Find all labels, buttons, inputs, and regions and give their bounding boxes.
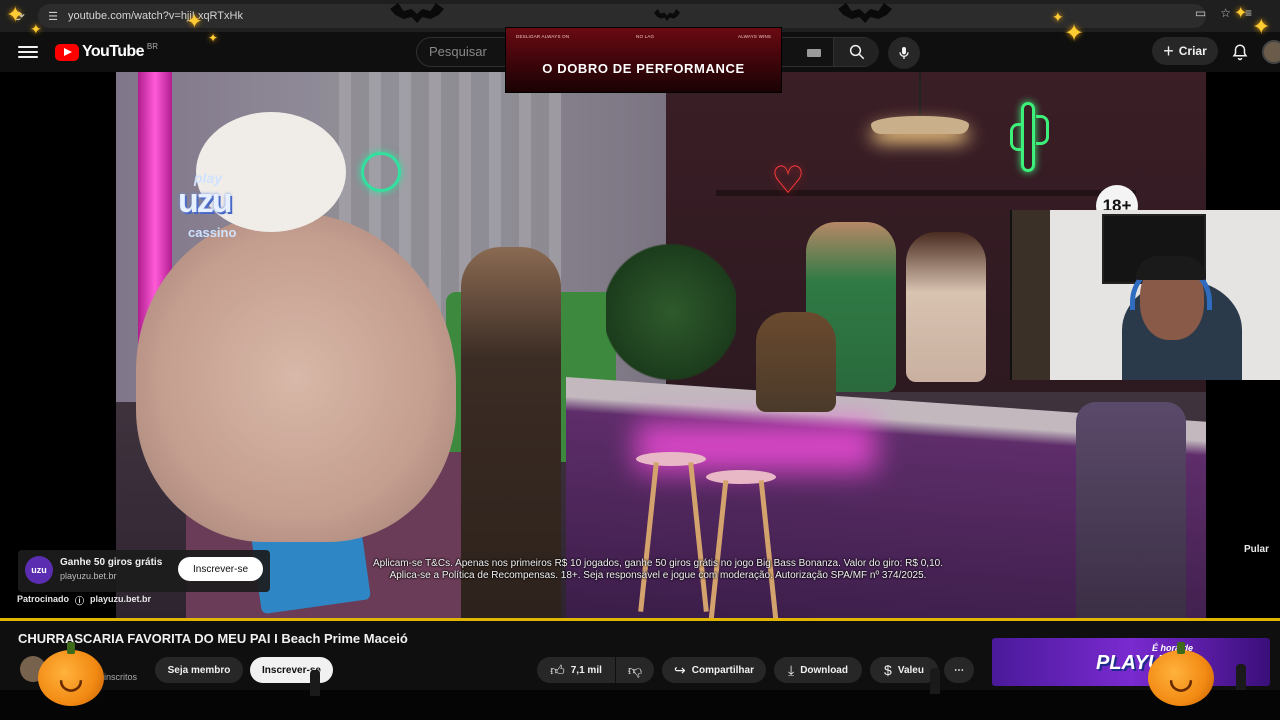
sparkle-icon: ✦ bbox=[6, 2, 25, 27]
video-player[interactable]: ♡ play uzu cassino 18+ Aplicam-se T&Cs. … bbox=[0, 72, 1280, 620]
sparkle-icon: ✦ bbox=[1064, 20, 1085, 47]
pumpkin-icon: ◡ bbox=[1148, 642, 1214, 706]
streamer-webcam bbox=[1010, 210, 1280, 380]
subscribe-button[interactable]: Inscrever-se bbox=[250, 657, 333, 683]
ad-card[interactable]: uzu Ganhe 50 giros grátis playuzu.bet.br… bbox=[18, 550, 270, 592]
sparkle-icon: ✦ bbox=[1252, 14, 1271, 39]
download-label: Download bbox=[800, 664, 848, 676]
download-button[interactable]: ⤓ Download bbox=[774, 657, 862, 683]
ad-domain: playuzu.bet.br bbox=[60, 571, 117, 581]
video-title: CHURRASCARIA FAVORITA DO MEU PAI I Beach… bbox=[18, 631, 408, 646]
address-bar[interactable]: ☰ youtube.com/watch?v=hjjLxqRTxHk bbox=[38, 4, 1206, 28]
playuzu-logo: play uzu cassino bbox=[176, 170, 261, 242]
thanks-button[interactable]: $ Valeu bbox=[870, 657, 938, 683]
pumpkin-face: ◡ bbox=[1168, 662, 1194, 694]
dislike-button[interactable]: 👎︎ bbox=[616, 657, 654, 683]
thumbs-down-icon: 👎︎ bbox=[627, 661, 643, 678]
zombie-hand-icon bbox=[930, 668, 940, 694]
skip-ad-button[interactable]: Pular bbox=[1244, 544, 1269, 555]
account-avatar[interactable] bbox=[1262, 40, 1280, 64]
menu-icon[interactable] bbox=[18, 42, 38, 62]
top-ad-small-3: ALWAYS WINS bbox=[738, 34, 772, 39]
zombie-hand-icon bbox=[1236, 664, 1246, 690]
top-ad-small-2: NO LAG bbox=[636, 34, 655, 39]
region-code: BR bbox=[146, 41, 158, 51]
sparkle-icon: ✦ bbox=[30, 21, 42, 37]
share-icon: ↪ bbox=[674, 661, 686, 678]
thumbs-up-icon: 👍︎ bbox=[550, 661, 565, 678]
sponsored-domain[interactable]: playuzu.bet.br bbox=[90, 594, 151, 607]
keyboard-icon[interactable] bbox=[807, 49, 821, 57]
like-count: 7,1 mil bbox=[570, 664, 602, 676]
sparkle-icon: ✦ bbox=[1234, 5, 1248, 22]
like-button[interactable]: 👍︎ 7,1 mil bbox=[537, 657, 615, 683]
scene-person bbox=[756, 312, 836, 412]
logo-text: YouTube bbox=[82, 43, 144, 60]
sparkle-icon: ✦ bbox=[1052, 9, 1064, 25]
search-icon bbox=[849, 44, 864, 60]
neon-swirl-icon bbox=[361, 152, 401, 192]
join-label: Seja membro bbox=[167, 664, 231, 676]
advertiser-logo[interactable]: uzu bbox=[25, 556, 53, 584]
zombie-hand-icon bbox=[310, 670, 320, 696]
top-ad-headline: O DOBRO DE PERFORMANCE bbox=[542, 61, 745, 76]
pumpkin-icon: ◡ bbox=[38, 642, 104, 706]
brand-line3: cassino bbox=[188, 225, 237, 240]
more-icon: ⋯ bbox=[954, 664, 964, 676]
neon-cactus-icon bbox=[1010, 102, 1049, 172]
download-icon: ⤓ bbox=[788, 661, 795, 678]
youtube-play-icon bbox=[55, 43, 79, 61]
share-button[interactable]: ↪ Compartilhar bbox=[662, 657, 766, 683]
brand-line2: uzu bbox=[178, 182, 233, 220]
scene-lamp-cord bbox=[919, 72, 921, 116]
ad-progress-bar[interactable] bbox=[0, 618, 1280, 621]
halloween-ground bbox=[0, 690, 1280, 720]
info-icon[interactable]: ⓘ bbox=[75, 594, 84, 607]
webcam-cap bbox=[1136, 256, 1206, 280]
sponsored-line: Patrocinado ⓘ playuzu.bet.br bbox=[17, 594, 151, 607]
neon-heart-icon: ♡ bbox=[771, 160, 806, 202]
thanks-label: Valeu bbox=[897, 664, 924, 676]
scene-lamp bbox=[871, 116, 969, 134]
share-label: Compartilhar bbox=[691, 664, 754, 676]
cast-icon[interactable]: ▭ bbox=[1195, 6, 1206, 20]
subscriber-count: inscritos bbox=[104, 672, 138, 682]
scene-stool bbox=[706, 470, 776, 484]
webcam-door bbox=[1012, 210, 1054, 380]
site-info-icon[interactable]: ☰ bbox=[46, 9, 60, 23]
scene-person bbox=[1076, 402, 1186, 620]
search-input[interactable] bbox=[429, 44, 499, 59]
voice-search-button[interactable] bbox=[888, 37, 920, 69]
create-label: Criar bbox=[1178, 44, 1207, 58]
ad-disclaimer: Aplicam-se T&Cs. Apenas nos primeiros R$… bbox=[300, 558, 1016, 582]
sponsored-label: Patrocinado bbox=[17, 594, 70, 604]
top-ad-small-1: DESLIGAR ALWAYS ON bbox=[516, 34, 570, 39]
disclaimer-line-2: Aplica-se a Política de Recompensas. 18+… bbox=[389, 570, 927, 581]
ad-title[interactable]: Ganhe 50 giros grátis bbox=[60, 557, 162, 568]
scene-stool bbox=[636, 452, 706, 466]
join-button[interactable]: Seja membro bbox=[155, 657, 243, 683]
youtube-logo[interactable]: YouTube BR bbox=[55, 41, 158, 61]
ad-subscribe-button[interactable]: Inscrever-se bbox=[178, 557, 263, 581]
sidebar-ad-banner[interactable]: É hora de PLAYUZU bbox=[992, 638, 1270, 686]
scene-person bbox=[906, 232, 986, 382]
sparkle-icon: ✦ bbox=[208, 31, 219, 45]
bell-icon bbox=[1232, 44, 1248, 61]
sparkle-icon: ✦ bbox=[186, 11, 203, 33]
notifications-button[interactable] bbox=[1229, 41, 1251, 63]
url-text: youtube.com/watch?v=hjjLxqRTxHk bbox=[68, 10, 243, 22]
bookmark-star-icon[interactable]: ☆ bbox=[1220, 6, 1231, 20]
scene-plant bbox=[606, 242, 736, 382]
youtube-watch-page: ⟳ ☰ youtube.com/watch?v=hjjLxqRTxHk ▭ ☆ … bbox=[0, 0, 1280, 720]
more-actions-button[interactable]: ⋯ bbox=[944, 657, 974, 683]
top-ad-banner[interactable]: DESLIGAR ALWAYS ON NO LAG ALWAYS WINS O … bbox=[505, 27, 782, 93]
pumpkin-face: ◡ bbox=[58, 662, 84, 694]
plus-icon: + bbox=[1163, 41, 1174, 61]
disclaimer-line-1: Aplicam-se T&Cs. Apenas nos primeiros R$… bbox=[373, 558, 943, 569]
thanks-icon: $ bbox=[884, 662, 892, 678]
create-button[interactable]: + Criar bbox=[1152, 37, 1218, 65]
search-button[interactable] bbox=[833, 38, 879, 66]
mic-icon bbox=[899, 47, 909, 59]
